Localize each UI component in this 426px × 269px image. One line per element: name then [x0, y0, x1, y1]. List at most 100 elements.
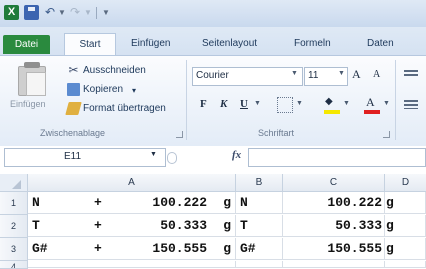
name-box[interactable] — [4, 148, 166, 167]
cell-d3[interactable]: g — [385, 238, 426, 260]
row-header-2[interactable]: 2 — [0, 215, 28, 238]
row-header-3[interactable]: 3 — [0, 238, 28, 261]
customize-quick-access-icon[interactable]: ▼ — [102, 5, 110, 20]
paste-sheet-icon — [26, 72, 46, 96]
undo-dropdown-icon[interactable]: ▼ — [58, 5, 66, 20]
cell-c2-unit: g — [386, 218, 394, 233]
column-header-a[interactable]: A — [28, 174, 236, 192]
cell-a3[interactable]: G# + 150.555 g — [28, 238, 236, 260]
copy-icon — [67, 83, 80, 96]
font-size-value: 11 — [308, 70, 319, 81]
tab-home[interactable]: Start — [64, 33, 116, 56]
cell-c2-number: 50.333 — [335, 218, 382, 233]
cell-a3-number: 150.555 — [152, 241, 207, 256]
font-color-button[interactable]: A — [366, 95, 375, 110]
cell-c3-unit: g — [386, 241, 394, 256]
cell-c3-number: 150.555 — [327, 241, 382, 256]
cell-c4[interactable] — [283, 261, 385, 268]
group-separator — [186, 60, 187, 140]
cell-a1[interactable]: N + 100.222 g — [28, 192, 236, 214]
shrink-font-button[interactable]: A — [373, 69, 380, 80]
borders-icon[interactable] — [277, 97, 293, 113]
group-separator — [395, 60, 396, 140]
cell-b2-value: T — [240, 218, 248, 233]
cell-c1-unit: g — [386, 195, 394, 210]
cell-a1-number: 100.222 — [152, 195, 207, 210]
cell-b1[interactable]: N — [236, 192, 283, 214]
name-box-value: E11 — [64, 151, 82, 162]
paste-clip-icon — [24, 62, 40, 68]
underline-button[interactable]: U — [240, 98, 248, 110]
formula-bar-resize-handle[interactable] — [167, 152, 177, 164]
insert-function-icon[interactable]: fx — [232, 149, 241, 161]
column-header-b[interactable]: B — [236, 174, 283, 192]
cell-c1-number: 100.222 — [327, 195, 382, 210]
cell-a2-number: 50.333 — [160, 218, 207, 233]
clipboard-dialog-launcher-icon[interactable] — [176, 131, 183, 138]
column-header-c[interactable]: C — [283, 174, 385, 192]
cell-a1-name: N — [32, 195, 40, 210]
cell-a3-name: G# — [32, 241, 48, 256]
tab-insert[interactable]: Einfügen — [131, 35, 170, 53]
copy-button[interactable]: Kopieren — [83, 83, 123, 97]
grow-font-button[interactable]: A — [352, 67, 361, 82]
align-left-icon[interactable] — [404, 100, 418, 109]
cell-a2[interactable]: T + 50.333 g — [28, 215, 236, 237]
underline-dropdown-icon[interactable]: ▼ — [254, 100, 261, 107]
cell-a2-operator: + — [94, 218, 102, 233]
undo-icon[interactable]: ↶ — [45, 5, 55, 20]
cell-c1[interactable]: 100.222 — [283, 192, 385, 214]
cell-b3[interactable]: G# — [236, 238, 283, 260]
cell-b3-value: G# — [240, 241, 256, 256]
paste-label: Einfügen — [10, 99, 46, 109]
italic-button[interactable]: K — [220, 98, 227, 110]
font-group-label: Schriftart — [258, 128, 295, 138]
borders-dropdown-icon[interactable]: ▼ — [296, 100, 303, 107]
name-box-dropdown-icon[interactable]: ▼ — [150, 151, 157, 158]
fill-color-dropdown-icon[interactable]: ▼ — [343, 100, 350, 107]
cell-b2[interactable]: T — [236, 215, 283, 237]
cell-d1[interactable]: g — [385, 192, 426, 214]
cell-d2[interactable]: g — [385, 215, 426, 237]
cell-c2[interactable]: 50.333 — [283, 215, 385, 237]
cell-d4[interactable] — [385, 261, 426, 268]
tab-formulas[interactable]: Formeln — [294, 35, 331, 53]
row-header-1[interactable]: 1 — [0, 192, 28, 215]
quick-access-separator — [96, 7, 97, 19]
font-color-dropdown-icon[interactable]: ▼ — [383, 100, 390, 107]
column-header-d[interactable]: D — [385, 174, 426, 192]
clipboard-group-label: Zwischenablage — [40, 128, 106, 138]
redo-icon[interactable]: ↷ — [70, 5, 80, 20]
format-painter-button[interactable]: Format übertragen — [83, 102, 166, 116]
formula-input[interactable] — [248, 148, 426, 167]
cut-button[interactable]: Ausschneiden — [83, 64, 146, 78]
cell-c3[interactable]: 150.555 — [283, 238, 385, 260]
scissors-icon: ✂ — [68, 63, 79, 77]
excel-app-icon[interactable]: X — [4, 5, 19, 20]
cell-a2-unit: g — [223, 218, 231, 233]
cell-a4[interactable] — [28, 261, 236, 268]
select-all-triangle-icon — [12, 180, 21, 189]
fill-color-swatch — [324, 110, 340, 114]
redo-dropdown-icon[interactable]: ▼ — [84, 5, 92, 20]
cell-a1-unit: g — [223, 195, 231, 210]
cell-a2-name: T — [32, 218, 40, 233]
align-top-icon[interactable] — [404, 70, 418, 76]
cell-a3-unit: g — [223, 241, 231, 256]
fill-bucket-icon[interactable]: ◆ — [325, 96, 339, 107]
cell-a1-operator: + — [94, 195, 102, 210]
font-name-dropdown-icon[interactable]: ▼ — [291, 70, 298, 77]
bold-button[interactable]: F — [200, 98, 207, 110]
font-size-dropdown-icon[interactable]: ▼ — [338, 70, 345, 77]
tab-file[interactable]: Datei — [3, 35, 50, 54]
font-color-swatch — [364, 110, 380, 114]
font-dialog-launcher-icon[interactable] — [383, 131, 390, 138]
font-name-value: Courier — [196, 70, 229, 81]
tab-page-layout[interactable]: Seitenlayout — [202, 35, 257, 53]
cell-a3-operator: + — [94, 241, 102, 256]
tab-data[interactable]: Daten — [367, 35, 394, 53]
copy-dropdown-icon[interactable]: ▾ — [132, 84, 136, 98]
cell-b4[interactable] — [236, 261, 283, 268]
save-icon[interactable] — [24, 5, 39, 20]
cell-b1-value: N — [240, 195, 248, 210]
